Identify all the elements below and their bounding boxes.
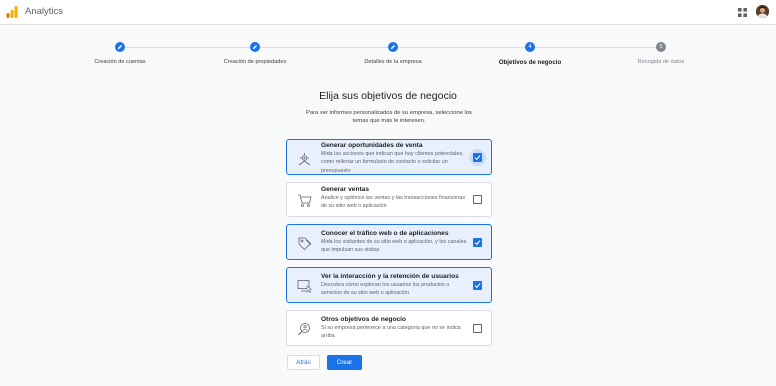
- objective-title: Generar oportunidades de venta: [321, 142, 423, 149]
- objective-title: Generar ventas: [321, 186, 370, 193]
- check-icon: [474, 283, 481, 289]
- magnifier-person-icon: [298, 323, 310, 336]
- step-data-collection[interactable]: 5 Recogida de datos: [596, 40, 726, 65]
- back-button[interactable]: Atrás: [287, 355, 320, 370]
- objective-card-sales[interactable]: Generar ventas Analice y optimice las ve…: [286, 182, 492, 217]
- objective-checkbox[interactable]: [473, 238, 482, 247]
- objective-description: Mida las acciones que indican que hay cl…: [321, 151, 464, 174]
- objective-card-other[interactable]: Otros objetivos de negocio Si su empresa…: [286, 310, 492, 346]
- check-icon: [474, 240, 481, 246]
- step-done-icon: [115, 42, 125, 52]
- user-avatar[interactable]: [756, 5, 769, 18]
- objective-description: Si su empresa pertenece a una categoría …: [321, 325, 461, 340]
- step-account-creation[interactable]: Creación de cuentas: [55, 40, 185, 65]
- objective-description: Analice y optimice las ventas y las tran…: [321, 195, 466, 210]
- objective-checkbox[interactable]: [469, 149, 486, 166]
- check-icon: [474, 155, 481, 161]
- step-label: Recogida de datos: [637, 59, 685, 65]
- step-number-badge: 5: [656, 42, 666, 52]
- page-title: Elija sus objetivos de negocio: [319, 90, 457, 102]
- app-title: Analytics: [25, 6, 64, 17]
- step-business-details[interactable]: Detalles de la empresa: [328, 40, 458, 65]
- step-label: Objetivos de negocio: [498, 59, 562, 66]
- screen-cursor-icon: [297, 280, 312, 293]
- objective-title: Conocer el tráfico web o de aplicaciones: [321, 230, 449, 237]
- objective-checkbox[interactable]: [473, 324, 482, 333]
- objective-card-engagement[interactable]: Ver la interacción y la retención de usu…: [286, 267, 492, 303]
- objective-description: Descubra cómo exploran los usuarios los …: [321, 282, 450, 297]
- create-button[interactable]: Crear: [327, 355, 362, 370]
- pencil-icon: [391, 45, 395, 49]
- step-property-creation[interactable]: Creación de propiedades: [190, 40, 320, 65]
- step-done-icon: [388, 42, 398, 52]
- objective-title: Otros objetivos de negocio: [321, 316, 406, 323]
- objective-checkbox[interactable]: [473, 195, 482, 204]
- objective-card-leads[interactable]: Generar oportunidades de venta Mida las …: [286, 139, 492, 175]
- step-label: Creación de propiedades: [223, 59, 287, 65]
- shopping-cart-icon: [298, 194, 312, 207]
- step-label: Detalles de la empresa: [364, 59, 422, 65]
- step-number-badge: 4: [525, 42, 535, 52]
- pencil-icon: [118, 45, 122, 49]
- objective-title: Ver la interacción y la retención de usu…: [321, 273, 459, 280]
- step-done-icon: [250, 42, 260, 52]
- target-lead-icon: [298, 153, 311, 166]
- objective-checkbox[interactable]: [473, 281, 482, 290]
- top-app-bar: Analytics: [0, 0, 776, 25]
- analytics-logo-icon[interactable]: [6, 6, 18, 18]
- step-label: Creación de cuentas: [94, 59, 146, 65]
- apps-grid-icon[interactable]: [738, 8, 747, 17]
- pencil-icon: [253, 45, 257, 49]
- objective-description: Mida los visitantes de su sitio web o ap…: [321, 239, 467, 254]
- objective-card-traffic[interactable]: Conocer el tráfico web o de aplicaciones…: [286, 224, 492, 260]
- step-business-objectives[interactable]: 4 Objetivos de negocio: [465, 40, 595, 66]
- setup-stepper: Creación de cuentas Creación de propieda…: [0, 40, 776, 70]
- page-subtitle: Para ver informes personalizados de su e…: [306, 110, 472, 124]
- tag-icon: [298, 237, 312, 251]
